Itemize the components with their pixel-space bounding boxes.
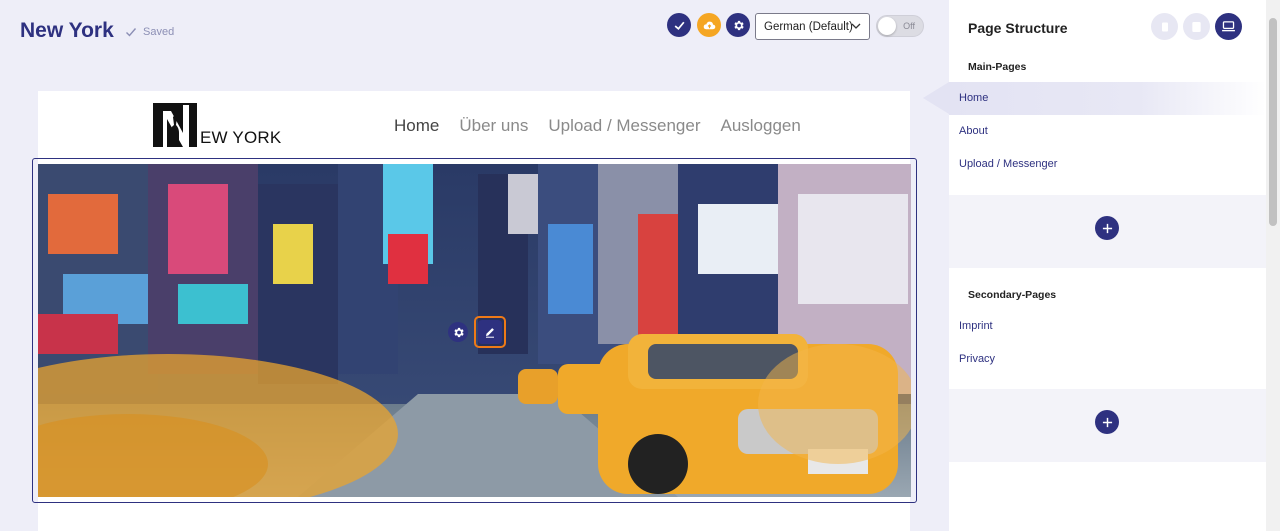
site-nav: Home Über uns Upload / Messenger Auslogg… [394,116,801,136]
site-logo[interactable]: EW YORK [153,103,281,147]
sidebar-title: Page Structure [968,20,1068,36]
check-icon [126,28,137,37]
sidebar-item-home[interactable]: Home [959,92,988,104]
nav-item-about[interactable]: Über uns [459,116,528,136]
sidebar-scrollbar[interactable] [1266,0,1280,531]
chevron-down-icon [851,23,861,29]
language-select-value: German (Default) [764,20,853,33]
hero-tools [448,316,506,348]
plus-icon [1102,417,1112,427]
main-pages-label: Main-Pages [968,61,1027,73]
desktop-view-button[interactable] [1215,13,1242,40]
tablet-view-button[interactable] [1183,13,1210,40]
mobile-view-button[interactable] [1151,13,1178,40]
sidebar-item-privacy[interactable]: Privacy [959,353,995,365]
cloud-upload-button[interactable] [697,13,721,37]
toggle-knob [878,17,896,35]
preview-toggle[interactable]: Off [876,15,924,37]
logo-text: EW YORK [200,128,282,147]
hero-edit-inner [478,320,502,344]
nav-item-logout[interactable]: Ausloggen [720,116,800,136]
language-select[interactable]: German (Default) [755,13,870,40]
saved-status: Saved [125,26,174,38]
sidebar-item-upload-messenger[interactable]: Upload / Messenger [959,158,1057,170]
publish-button[interactable] [667,13,691,37]
add-main-page-button[interactable] [1095,216,1119,240]
statue-of-liberty-logo-icon [153,103,197,147]
gear-icon [733,20,744,30]
site-title: New York [20,19,114,42]
gear-icon [453,327,464,337]
settings-button[interactable] [726,13,750,37]
secondary-pages-label: Secondary-Pages [968,289,1057,301]
toggle-label: Off [903,21,915,31]
pencil-icon [486,328,494,338]
desktop-icon [1222,21,1235,32]
saved-label: Saved [143,26,175,38]
add-secondary-page-button[interactable] [1095,410,1119,434]
hero-settings-button[interactable] [448,322,468,342]
plus-icon [1102,223,1112,233]
mobile-icon [1161,22,1168,31]
check-icon [674,21,684,30]
scrollbar-thumb[interactable] [1269,18,1277,226]
sidebar-item-about[interactable]: About [959,125,988,137]
nav-item-upload[interactable]: Upload / Messenger [548,116,700,136]
hero-edit-button[interactable] [474,316,506,348]
tablet-icon [1192,21,1201,32]
active-page-highlight [949,82,1266,115]
active-page-arrow [923,82,949,114]
nav-item-home[interactable]: Home [394,116,439,136]
page-structure-sidebar: Page Structure Main-Pages Home About Upl… [923,0,1266,531]
cloud-upload-icon [703,21,715,29]
sidebar-item-imprint[interactable]: Imprint [959,320,993,332]
